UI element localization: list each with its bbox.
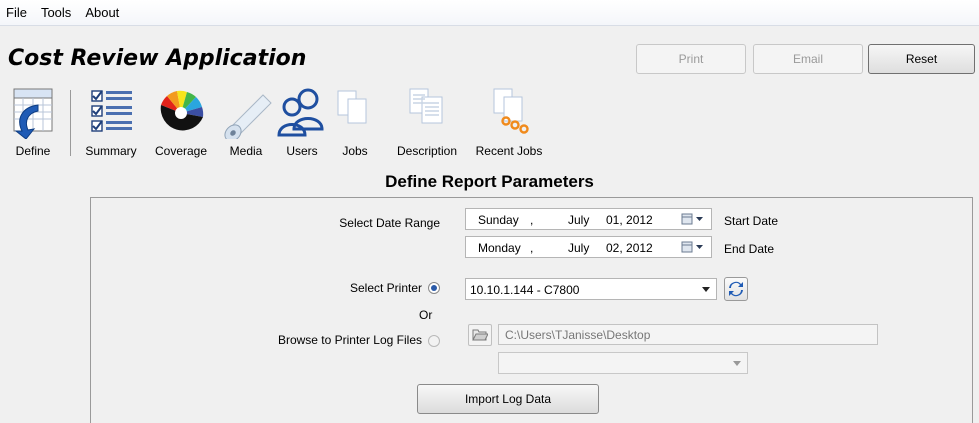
- end-date-sep: ,: [530, 241, 534, 255]
- tool-description-label: Description: [396, 144, 458, 158]
- end-date-picker[interactable]: Monday , July 02, 2012: [465, 236, 712, 258]
- toolbar-separator: [70, 90, 71, 156]
- section-title: Define Report Parameters: [385, 172, 594, 191]
- start-date-month: July: [568, 213, 590, 227]
- print-button[interactable]: Print: [636, 44, 746, 74]
- calendar-dropdown-icon[interactable]: [681, 213, 705, 225]
- recent-jobs-icon: [482, 84, 536, 140]
- tool-recent-jobs-label: Recent Jobs: [475, 144, 543, 158]
- log-path-value: C:\Users\TJanisse\Desktop: [505, 328, 651, 342]
- menu-about[interactable]: About: [85, 5, 119, 20]
- app-title: Cost Review Application: [8, 46, 307, 71]
- email-button[interactable]: Email: [753, 44, 863, 74]
- menu-file[interactable]: File: [6, 5, 27, 20]
- tool-users[interactable]: Users: [276, 84, 328, 158]
- select-printer-radio[interactable]: [428, 282, 440, 294]
- import-log-data-button[interactable]: Import Log Data: [417, 384, 599, 414]
- end-date-label: End Date: [724, 242, 775, 256]
- calendar-arrow-icon: [6, 84, 60, 140]
- browse-log-files-label: Browse to Printer Log Files: [277, 333, 422, 347]
- refresh-printers-button[interactable]: [724, 277, 748, 301]
- text-document-icon: [400, 84, 454, 140]
- browse-folder-button[interactable]: [468, 324, 492, 346]
- menu-bar: File Tools About: [0, 0, 979, 26]
- tool-description[interactable]: Description: [388, 84, 466, 158]
- end-date-month: July: [568, 241, 590, 255]
- tool-media-label: Media: [229, 144, 263, 158]
- users-icon: [275, 84, 329, 140]
- chevron-down-icon: [733, 361, 741, 366]
- log-path-input[interactable]: C:\Users\TJanisse\Desktop: [498, 324, 878, 345]
- start-date-picker[interactable]: Sunday , July 01, 2012: [465, 208, 712, 230]
- chevron-down-icon: [702, 287, 710, 292]
- tool-media[interactable]: Media: [218, 84, 274, 158]
- printer-combobox[interactable]: 10.10.1.144 - C7800: [465, 278, 717, 300]
- start-date-label: Start Date: [724, 214, 779, 228]
- tool-define-label: Define: [15, 144, 51, 158]
- log-file-combobox[interactable]: [498, 352, 748, 374]
- paper-roll-icon: [219, 84, 273, 140]
- tool-recent-jobs[interactable]: Recent Jobs: [472, 84, 546, 158]
- tool-users-label: Users: [286, 144, 318, 158]
- start-date-date: 01, 2012: [606, 213, 653, 227]
- select-printer-label: Select Printer: [349, 281, 422, 295]
- printer-value: 10.10.1.144 - C7800: [470, 283, 580, 297]
- reset-button[interactable]: Reset: [868, 44, 975, 74]
- tool-coverage-label: Coverage: [154, 144, 208, 158]
- date-range-label: Select Date Range: [339, 216, 440, 230]
- end-date-day: Monday: [478, 241, 521, 255]
- browse-log-files-radio[interactable]: [428, 335, 440, 347]
- toolbar: Define Summary Coverage Media Users Jobs…: [0, 84, 560, 162]
- or-text: Or: [419, 308, 433, 322]
- refresh-icon: [729, 281, 743, 297]
- calendar-dropdown-icon[interactable]: [681, 241, 705, 253]
- menu-tools[interactable]: Tools: [41, 5, 71, 20]
- end-date-date: 02, 2012: [606, 241, 653, 255]
- color-wheel-icon: [154, 84, 208, 140]
- tool-summary-label: Summary: [85, 144, 137, 158]
- tool-coverage[interactable]: Coverage: [150, 84, 212, 158]
- start-date-day: Sunday: [478, 213, 519, 227]
- tool-summary[interactable]: Summary: [80, 84, 142, 158]
- checklist-icon: [84, 84, 138, 140]
- folder-open-icon: [472, 329, 488, 341]
- tool-jobs[interactable]: Jobs: [330, 84, 380, 158]
- tool-define[interactable]: Define: [4, 84, 62, 158]
- tool-jobs-label: Jobs: [342, 144, 368, 158]
- documents-icon: [328, 84, 382, 140]
- start-date-sep: ,: [530, 213, 534, 227]
